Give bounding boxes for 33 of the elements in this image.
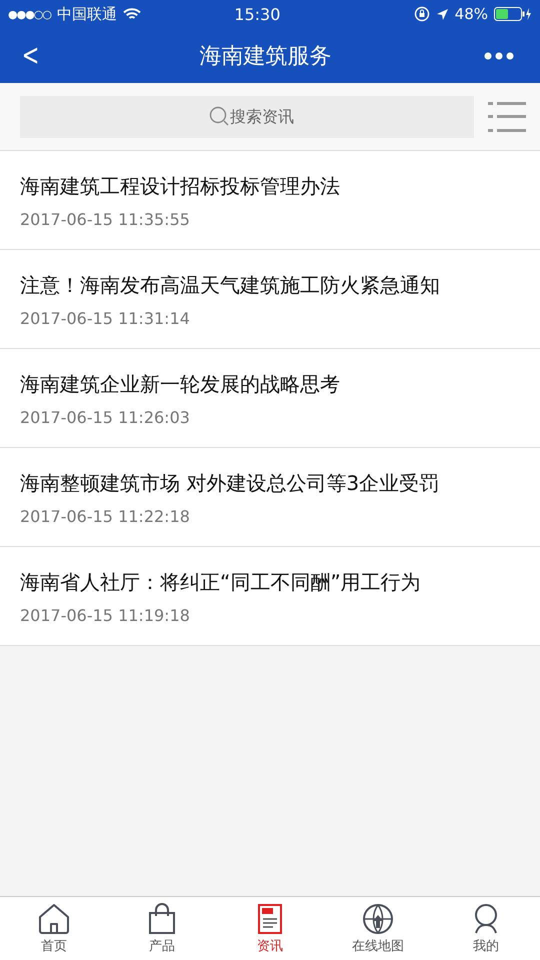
news-date: 2017-06-15 11:19:18	[20, 606, 191, 625]
battery-charging-icon	[494, 7, 532, 21]
news-date: 2017-06-15 11:26:03	[20, 408, 191, 427]
status-time: 15:30	[233, 4, 282, 24]
location-arrow-icon	[436, 8, 449, 20]
news-title[interactable]: 海南建筑企业新一轮发展的战略思考	[20, 371, 520, 398]
news-title[interactable]: 海南整顿建筑市场 对外建设总公司等3企业受罚	[20, 470, 520, 497]
tab-item[interactable]: 我的	[432, 897, 540, 960]
news-date: 2017-06-15 11:22:18	[20, 507, 191, 526]
more-icon[interactable]	[484, 50, 514, 60]
tab-item[interactable]: 首页	[0, 897, 108, 960]
list-menu-icon[interactable]	[488, 100, 526, 132]
page-title: 海南建筑服务	[198, 42, 333, 70]
news-date: 2017-06-15 11:31:14	[20, 309, 191, 328]
rotation-lock-icon	[414, 6, 430, 22]
shopping-bag-icon	[148, 902, 176, 934]
house-icon	[37, 902, 71, 934]
news-title[interactable]: 海南省人社厅：将纠正“同工不同酬”用工行为	[20, 569, 520, 596]
search-field[interactable]: 搜索资讯	[20, 96, 474, 138]
tab-item[interactable]: 产品	[108, 897, 216, 960]
news-title[interactable]: 注意！海南发布高温天气建筑施工防火紧急通知	[20, 272, 520, 299]
signal-strength: ●●●○○	[8, 8, 51, 20]
globe-upload-icon	[362, 902, 394, 934]
wifi-icon	[123, 8, 141, 20]
search-icon	[209, 106, 231, 128]
tab-item[interactable]: 资讯	[216, 897, 324, 960]
newspaper-icon	[257, 902, 283, 934]
carrier-name: 中国联通	[57, 4, 117, 24]
back-button[interactable]: <	[18, 38, 42, 73]
tab-item[interactable]: 在线地图	[324, 897, 432, 960]
news-title[interactable]: 海南建筑工程设计招标投标管理办法	[20, 173, 520, 200]
battery-percent: 48%	[454, 5, 488, 23]
news-date: 2017-06-15 11:35:55	[20, 210, 191, 229]
